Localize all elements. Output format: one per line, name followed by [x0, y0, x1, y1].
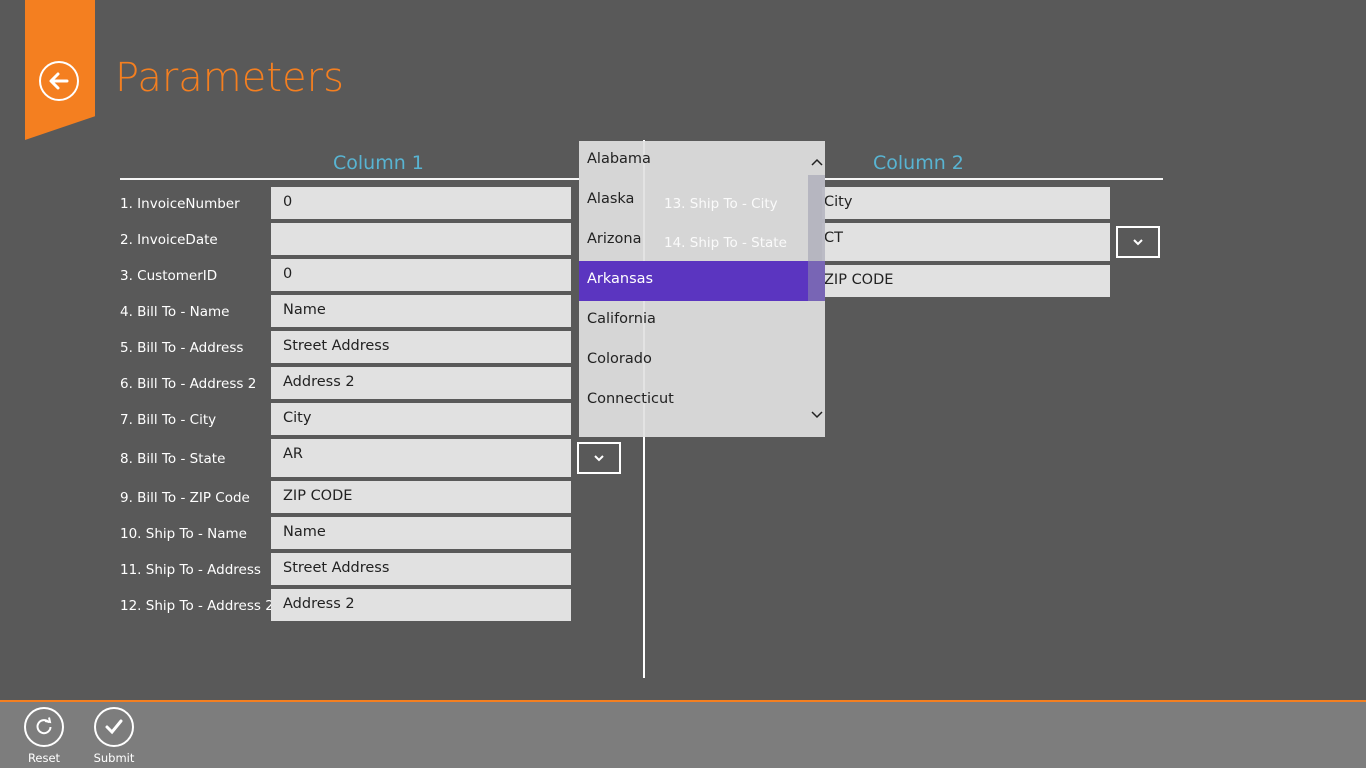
- dropdown-option-connecticut[interactable]: Connecticut: [579, 381, 825, 421]
- dropdown-scrollbar-thumb[interactable]: [808, 175, 825, 301]
- field-label-bill-to-address: 5. Bill To - Address: [120, 340, 244, 356]
- back-button[interactable]: [39, 61, 79, 101]
- bill-to-address-input[interactable]: Street Address: [271, 331, 571, 363]
- back-arrow-icon: [49, 72, 69, 90]
- app-bar: [0, 700, 1366, 768]
- bill-to-name-input[interactable]: Name: [271, 295, 571, 327]
- state-dropdown-list[interactable]: Alabama Alaska Arizona Arkansas Californ…: [579, 141, 825, 437]
- ship-to-address-2-input[interactable]: Address 2: [271, 589, 571, 621]
- invoice-date-input[interactable]: [271, 223, 571, 255]
- bill-to-zip-input[interactable]: ZIP CODE: [271, 481, 571, 513]
- chevron-down-icon: [594, 455, 604, 462]
- dropdown-option-arkansas[interactable]: Arkansas: [579, 261, 825, 301]
- submit-label: Submit: [93, 751, 135, 765]
- field-label-bill-to-state: 8. Bill To - State: [120, 451, 226, 467]
- page-title: Parameters: [115, 55, 344, 101]
- ship-to-address-input[interactable]: Street Address: [271, 553, 571, 585]
- customer-id-input[interactable]: 0: [271, 259, 571, 291]
- scroll-down-arrow[interactable]: [808, 405, 825, 425]
- field-label-ship-to-city: 13. Ship To - City: [664, 196, 778, 212]
- back-banner: [25, 0, 95, 140]
- ship-to-state-input[interactable]: CT: [822, 223, 1110, 261]
- reset-button[interactable]: Reset: [14, 707, 74, 765]
- bill-to-state-dropdown-button[interactable]: [577, 442, 621, 474]
- field-label-customer-id: 3. CustomerID: [120, 268, 218, 284]
- dropdown-option-california[interactable]: California: [579, 301, 825, 341]
- field-label-bill-to-name: 4. Bill To - Name: [120, 304, 230, 320]
- reset-label: Reset: [27, 751, 61, 765]
- field-label-invoice-date: 2. InvoiceDate: [120, 232, 218, 248]
- field-label-ship-to-address-2: 12. Ship To - Address 2: [120, 598, 274, 614]
- chevron-down-icon: [1133, 239, 1143, 246]
- scroll-up-arrow[interactable]: [808, 152, 825, 172]
- bill-to-city-input[interactable]: City: [271, 403, 571, 435]
- refresh-icon: [36, 717, 52, 735]
- chevron-up-icon: [810, 158, 823, 166]
- ship-to-city-input[interactable]: City: [822, 187, 1110, 219]
- column-2-header: Column 2: [873, 152, 964, 174]
- dropdown-option-colorado[interactable]: Colorado: [579, 341, 825, 381]
- bill-to-address-2-input[interactable]: Address 2: [271, 367, 571, 399]
- field-label-bill-to-address-2: 6. Bill To - Address 2: [120, 376, 257, 392]
- ship-to-zip-input[interactable]: ZIP CODE: [822, 265, 1110, 297]
- checkmark-icon: [105, 719, 123, 735]
- submit-circle: [94, 707, 134, 747]
- field-label-ship-to-state: 14. Ship To - State: [664, 235, 787, 251]
- field-label-bill-to-zip: 9. Bill To - ZIP Code: [120, 490, 250, 506]
- field-label-bill-to-city: 7. Bill To - City: [120, 412, 217, 428]
- chevron-down-icon: [810, 411, 823, 419]
- dropdown-option-alabama[interactable]: Alabama: [579, 141, 825, 181]
- submit-button[interactable]: Submit: [84, 707, 144, 765]
- field-label-invoice-number: 1. InvoiceNumber: [120, 196, 240, 212]
- field-label-ship-to-name: 10. Ship To - Name: [120, 526, 247, 542]
- invoice-number-input[interactable]: 0: [271, 187, 571, 219]
- bill-to-state-input[interactable]: AR: [271, 439, 571, 477]
- column-2-divider: [825, 178, 1163, 180]
- column-1-divider: [120, 178, 579, 180]
- ship-to-name-input[interactable]: Name: [271, 517, 571, 549]
- reset-circle: [24, 707, 64, 747]
- ship-to-state-dropdown-button[interactable]: [1116, 226, 1160, 258]
- field-label-ship-to-address: 11. Ship To - Address: [120, 562, 261, 578]
- column-1-header: Column 1: [333, 152, 424, 174]
